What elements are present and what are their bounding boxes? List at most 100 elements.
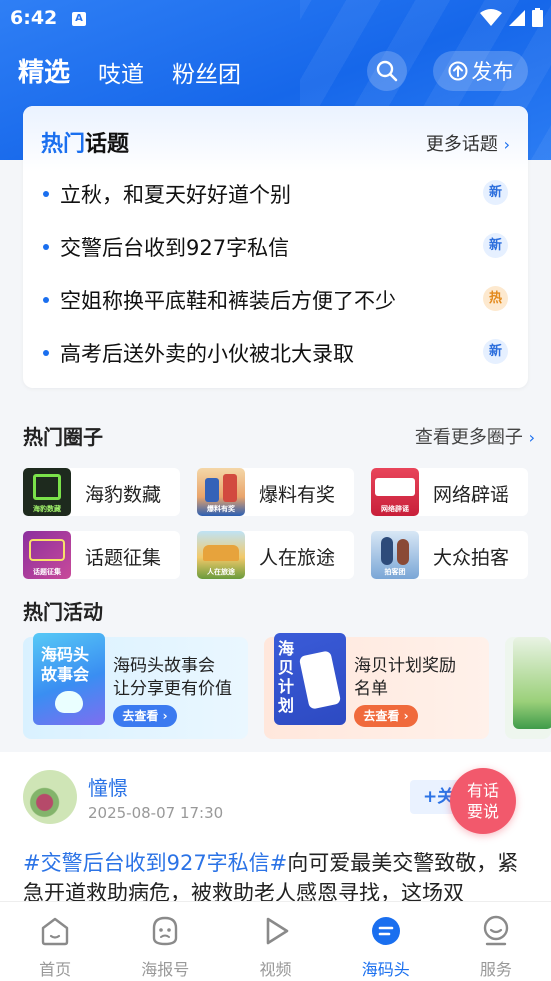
tab-fans[interactable]: 粉丝团	[172, 55, 241, 89]
more-topics-link[interactable]: 更多话题 ›	[426, 130, 510, 156]
hot-topics-title-rest: 话题	[85, 132, 130, 157]
app-notification-icon: A	[72, 12, 86, 26]
new-badge: 新	[483, 180, 508, 205]
activity-subtitle: 名单	[354, 679, 388, 699]
hot-topics-title: 热门话题	[41, 126, 129, 158]
circle-name: 大众拍客	[433, 547, 510, 569]
circle-thumb-caption: 人在旅途	[207, 568, 235, 576]
post-content[interactable]: #交警后台收到927字私信#向可爱最美交警致敬，紧急开道救助病危，被救助老人感恩…	[23, 848, 533, 908]
activity-card-partial[interactable]	[505, 637, 551, 739]
bullet-dot	[43, 191, 49, 197]
chat-bubble-icon	[371, 917, 400, 945]
status-bar: 6:42 A	[0, 0, 551, 36]
more-circles-link[interactable]: 查看更多圈子 ›	[415, 423, 535, 449]
activity-card[interactable]: 海码头故事会 海码头故事会 让分享更有价值 去查看 ›	[23, 633, 248, 739]
nav-service-label: 服务	[479, 960, 512, 979]
topic-item[interactable]: 交警后台收到927字私信 新	[43, 231, 508, 261]
nav-home[interactable]: 首页	[0, 902, 110, 981]
circle-thumb: 话题征集	[23, 531, 71, 579]
chevron-right-icon: ›	[503, 135, 510, 154]
app-screen: 6:42 A 精选 吱道 粉丝团 发布 热门话题 更多话题 › 立秋，和夏天好好…	[0, 0, 551, 981]
tab-zhidao[interactable]: 吱道	[98, 55, 144, 89]
search-icon	[376, 60, 398, 82]
post-timestamp: 2025-08-07 17:30	[88, 804, 224, 822]
avatar[interactable]	[23, 770, 77, 824]
topic-text: 立秋，和夏天好好道个别	[60, 183, 291, 207]
circle-thumb: 爆料有奖	[197, 468, 245, 516]
home-icon	[41, 917, 69, 946]
hot-badge: 热	[483, 286, 508, 311]
nav-haimatou[interactable]: 海码头	[331, 902, 441, 981]
view-button[interactable]: 去查看 ›	[354, 705, 418, 727]
system-icons	[480, 8, 543, 27]
circle-item[interactable]: 爆料有奖 爆料有奖	[197, 468, 354, 516]
activity-art-text: 海贝计划	[278, 639, 295, 715]
activity-art: 海码头故事会	[33, 633, 105, 725]
circle-item[interactable]: 海豹数藏 海豹数藏	[23, 468, 180, 516]
more-topics-label: 更多话题	[425, 134, 498, 155]
new-badge: 新	[483, 339, 508, 364]
signal-icon	[509, 9, 525, 26]
tab-featured[interactable]: 精选	[18, 52, 71, 93]
circle-thumb: 网络辟谣	[371, 468, 419, 516]
activity-art	[513, 637, 551, 729]
nav-video[interactable]: 视频	[220, 902, 330, 981]
upload-icon	[448, 61, 467, 81]
search-button[interactable]	[367, 51, 407, 91]
activity-title: 海贝计划奖励	[354, 656, 456, 676]
post-username[interactable]: 憧憬	[88, 772, 128, 801]
say-something-button[interactable]: 有话 要说	[450, 768, 516, 834]
face-icon	[153, 916, 178, 946]
nav-poster[interactable]: 海报号	[110, 902, 220, 981]
activity-art: 海贝计划	[274, 633, 346, 725]
publish-button[interactable]: 发布	[433, 51, 528, 91]
circle-name: 海豹数藏	[85, 484, 162, 506]
more-circles-label: 查看更多圈子	[414, 427, 523, 448]
nav-haimatou-label: 海码头	[361, 960, 410, 979]
bullet-dot	[43, 244, 49, 250]
topic-text: 交警后台收到927字私信	[60, 236, 290, 260]
topic-item[interactable]: 高考后送外卖的小伙被北大录取 新	[43, 337, 508, 367]
post-hashtag[interactable]: #交警后台收到927字私信#	[23, 851, 287, 875]
nav-home-label: 首页	[39, 960, 72, 979]
circle-thumb-caption: 网络辟谣	[381, 505, 409, 513]
top-tabs: 精选 吱道 粉丝团	[18, 52, 241, 93]
chevron-right-icon: ›	[528, 428, 535, 447]
play-icon	[266, 917, 288, 945]
activity-card[interactable]: 海贝计划 海贝计划奖励 名单 去查看 ›	[264, 633, 489, 739]
topic-item[interactable]: 空姐称换平底鞋和裤装后方便了不少 热	[43, 284, 508, 314]
hot-topics-card: 热门话题 更多话题 › 立秋，和夏天好好道个别 新 交警后台收到927字私信 新…	[23, 106, 528, 388]
bullet-dot	[43, 350, 49, 356]
circle-name: 人在旅途	[259, 547, 336, 569]
say-something-line1: 有话	[466, 781, 499, 800]
battery-icon	[532, 8, 543, 27]
hot-circles-title: 热门圈子	[23, 425, 103, 449]
nav-poster-label: 海报号	[141, 960, 190, 979]
circle-thumb: 人在旅途	[197, 531, 245, 579]
circle-item[interactable]: 拍客团 大众拍客	[371, 531, 528, 579]
topic-text: 高考后送外卖的小伙被北大录取	[60, 342, 354, 366]
publish-label: 发布	[471, 60, 514, 84]
circle-name: 网络辟谣	[433, 484, 510, 506]
activity-title: 海码头故事会	[113, 656, 215, 676]
view-button-label: 去查看	[363, 709, 400, 723]
hot-topics-title-highlight: 热门	[41, 132, 86, 157]
circle-item[interactable]: 人在旅途 人在旅途	[197, 531, 354, 579]
circle-name: 爆料有奖	[259, 484, 336, 506]
bullet-dot	[43, 297, 49, 303]
nav-service[interactable]: 服务	[441, 902, 551, 981]
bottom-nav: 首页 海报号 视频 海码头 服务	[0, 901, 551, 981]
hot-activities-title: 热门活动	[23, 600, 103, 624]
circle-thumb-caption: 海豹数藏	[33, 505, 61, 513]
circle-thumb-caption: 拍客团	[384, 568, 406, 576]
circle-thumb-caption: 话题征集	[33, 568, 61, 576]
topic-item[interactable]: 立秋，和夏天好好道个别 新	[43, 178, 508, 208]
view-button[interactable]: 去查看 ›	[113, 705, 177, 727]
status-time: 6:42	[10, 7, 58, 29]
view-button-label: 去查看	[122, 709, 159, 723]
topic-text: 空姐称换平底鞋和裤装后方便了不少	[60, 289, 396, 313]
circle-item[interactable]: 话题征集 话题征集	[23, 531, 180, 579]
hot-topics-header: 热门话题 更多话题 ›	[23, 106, 528, 172]
say-something-line2: 要说	[466, 802, 499, 821]
circle-item[interactable]: 网络辟谣 网络辟谣	[371, 468, 528, 516]
